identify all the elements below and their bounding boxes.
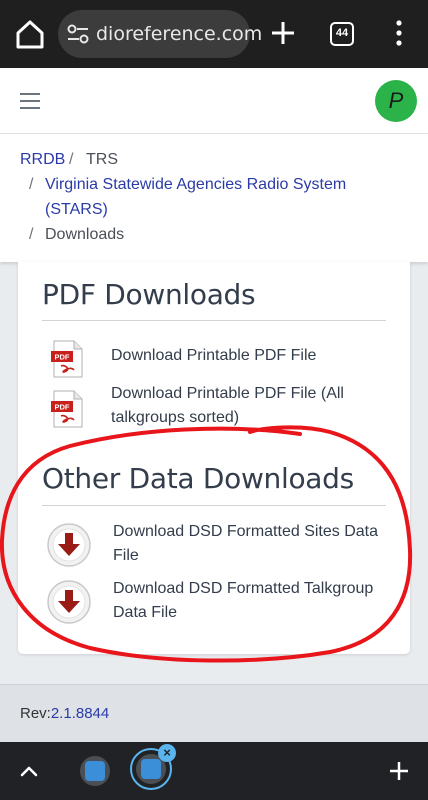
site-favicon-icon	[141, 759, 161, 779]
user-avatar[interactable]: P	[375, 80, 417, 122]
close-tab-icon[interactable]: ×	[158, 744, 176, 762]
breadcrumb-separator: /	[29, 226, 34, 243]
chevron-up-icon[interactable]	[18, 760, 40, 782]
breadcrumb-system-link[interactable]: Virginia Statewide Agencies Radio System	[45, 176, 346, 194]
downloads-card: PDF Downloads PDF Download Printable PDF…	[18, 262, 410, 654]
pdf-download-all-link[interactable]: PDF Download Printable PDF File (All tal…	[46, 382, 386, 434]
dsd-sites-download-label[interactable]: Download DSD Formatted Sites Data File	[113, 520, 378, 568]
pdf-downloads-heading: PDF Downloads	[42, 278, 256, 311]
dsd-talkgroup-download-link[interactable]: Download DSD Formatted Talkgroup Data Fi…	[46, 577, 386, 629]
dsd-talkgroup-download-label[interactable]: Download DSD Formatted Talkgroup Data Fi…	[113, 577, 373, 625]
tab-thumbnail[interactable]	[80, 756, 110, 786]
site-header	[0, 68, 428, 134]
download-arrow-icon	[47, 523, 91, 567]
svg-text:PDF: PDF	[55, 403, 70, 412]
breadcrumb-separator: /	[29, 176, 34, 193]
add-tab-icon[interactable]	[388, 760, 410, 782]
breadcrumb: RRDB / TRS / Virginia Statewide Agencies…	[0, 134, 428, 262]
breadcrumb-current: Downloads	[45, 226, 125, 243]
breadcrumb-system-link-cont[interactable]: (STARS)	[45, 201, 108, 219]
svg-text:PDF: PDF	[55, 353, 70, 362]
other-data-downloads-heading: Other Data Downloads	[42, 462, 354, 495]
pdf-download-label[interactable]: Download Printable PDF File	[111, 344, 316, 368]
site-favicon-icon	[85, 761, 105, 781]
section-divider	[42, 320, 386, 321]
pdf-download-all-label[interactable]: Download Printable PDF File (All talkgro…	[111, 382, 344, 430]
pdf-file-icon: PDF	[51, 340, 83, 378]
url-text[interactable]: dioreference.com	[96, 23, 262, 45]
site-settings-icon[interactable]	[67, 24, 89, 44]
more-menu-icon[interactable]	[390, 18, 408, 48]
revision-link[interactable]: 2.1.8844	[51, 705, 109, 722]
page-footer: Rev:2.1.8844	[0, 684, 428, 742]
download-arrow-icon	[47, 580, 91, 624]
pdf-download-link[interactable]: PDF Download Printable PDF File	[46, 338, 386, 378]
hamburger-menu-icon[interactable]	[20, 92, 40, 110]
section-divider	[42, 505, 386, 506]
browser-toolbar: dioreference.com 44	[0, 0, 428, 68]
breadcrumb-trs: TRS	[86, 151, 118, 168]
dsd-sites-download-link[interactable]: Download DSD Formatted Sites Data File	[46, 520, 386, 572]
new-tab-icon[interactable]	[268, 18, 298, 48]
bottom-tab-bar: ×	[0, 742, 428, 800]
pdf-file-icon: PDF	[51, 390, 83, 428]
breadcrumb-rrdb-link[interactable]: RRDB	[20, 151, 65, 169]
home-icon[interactable]	[10, 14, 50, 54]
tab-switcher-button[interactable]: 44	[330, 22, 354, 46]
revision-text: Rev:2.1.8844	[20, 705, 110, 722]
address-bar[interactable]: dioreference.com	[58, 10, 262, 58]
breadcrumb-separator: /	[69, 151, 74, 168]
